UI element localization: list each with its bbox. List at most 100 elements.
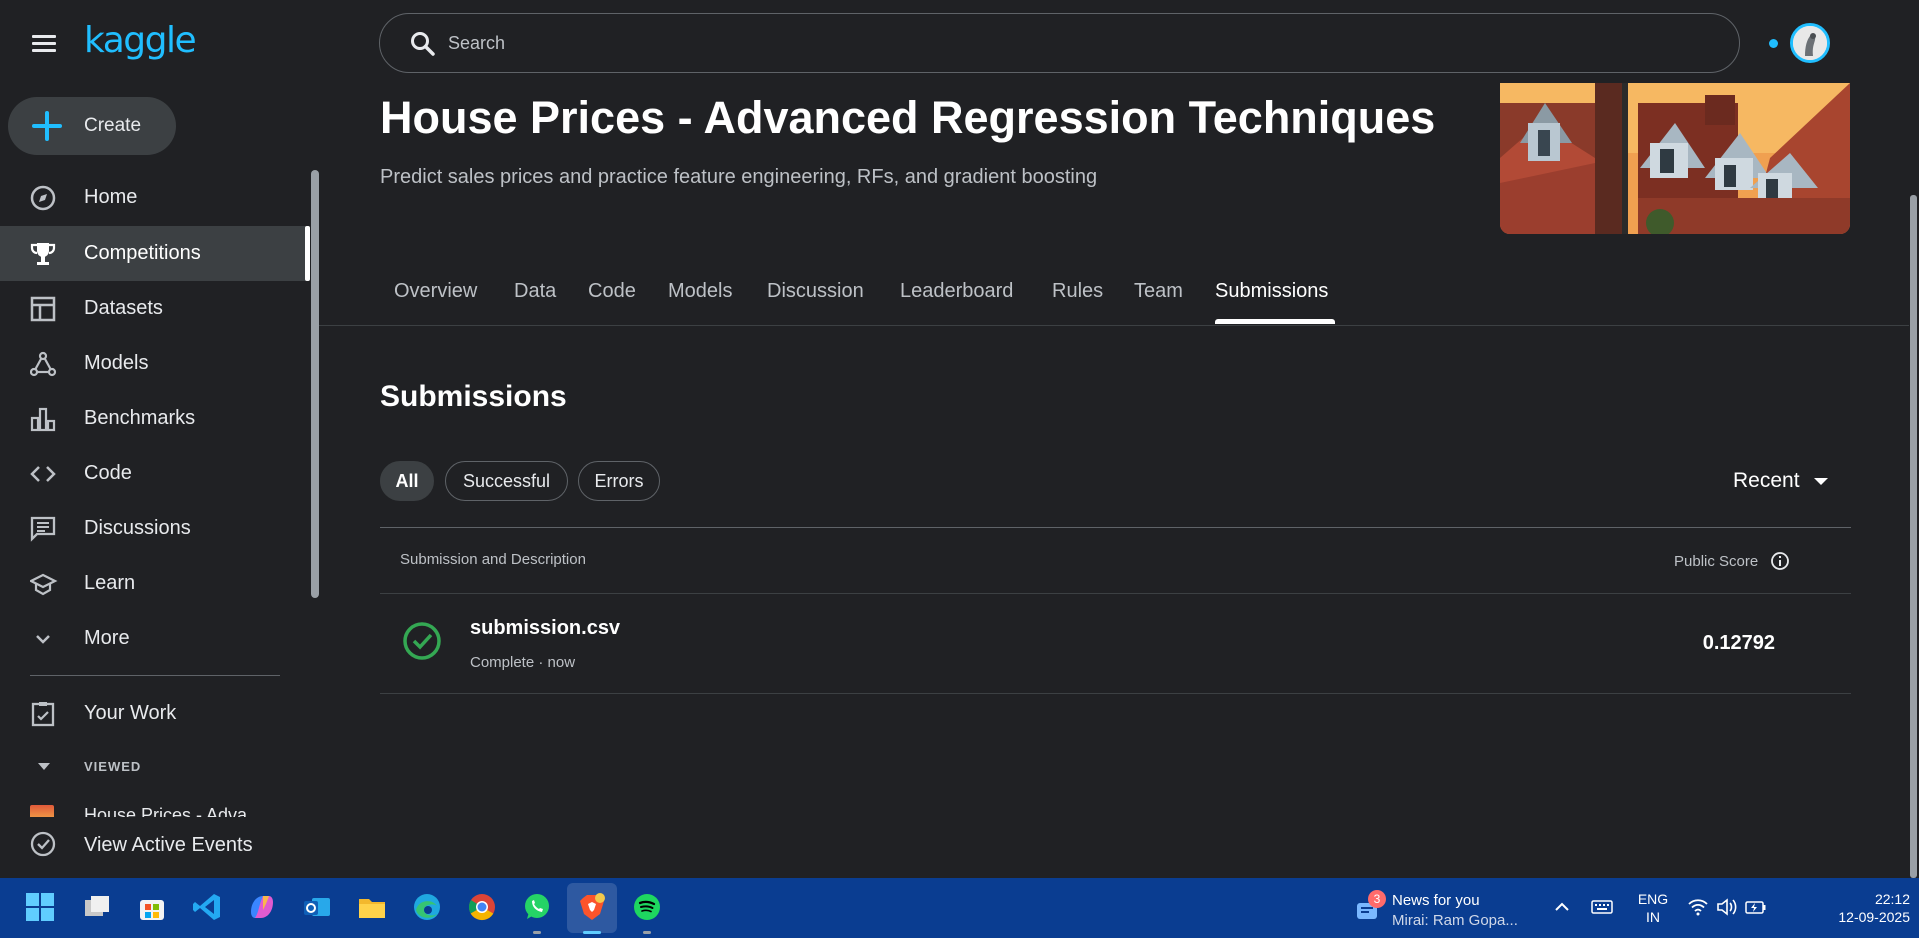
sidebar-item-models[interactable]: Models <box>0 336 306 391</box>
tab-code[interactable]: Code <box>588 280 636 303</box>
page-scrollbar[interactable] <box>1910 195 1917 878</box>
clock-date: 12-09-2025 <box>1838 909 1910 925</box>
view-active-events-button[interactable]: View Active Events <box>0 817 306 873</box>
sidebar-item-benchmarks[interactable]: Benchmarks <box>0 391 306 446</box>
filter-errors[interactable]: Errors <box>578 461 660 501</box>
sidebar-item-label: Datasets <box>84 297 163 319</box>
tab-leaderboard[interactable]: Leaderboard <box>900 280 1013 303</box>
news-widget[interactable]: 3 News for you Mirai: Ram Gopa... <box>1352 883 1532 933</box>
tab-rules[interactable]: Rules <box>1052 280 1103 303</box>
sidebar: kaggle Create Home Competitions Datasets… <box>0 0 319 878</box>
sidebar-item-code[interactable]: Code <box>0 446 306 501</box>
keyboard-icon[interactable] <box>1591 896 1613 918</box>
submission-name[interactable]: submission.csv <box>470 617 620 640</box>
table-icon <box>30 296 56 322</box>
viewed-section-toggle[interactable]: VIEWED <box>30 756 140 776</box>
submissions-heading: Submissions <box>380 380 567 413</box>
search-icon <box>411 32 435 56</box>
region-code: IN <box>1646 909 1660 925</box>
avatar[interactable] <box>1790 23 1830 63</box>
wifi-icon[interactable] <box>1687 896 1709 918</box>
chevron-up-icon[interactable] <box>1551 896 1573 918</box>
news-title: News for you <box>1392 892 1480 909</box>
filter-all[interactable]: All <box>380 461 434 501</box>
clock-time: 22:12 <box>1874 891 1910 907</box>
active-events-label: View Active Events <box>84 834 253 856</box>
bar-chart-icon <box>30 407 56 432</box>
sidebar-scrollbar[interactable] <box>311 170 319 598</box>
filter-successful[interactable]: Successful <box>445 461 568 501</box>
language-code: ENG <box>1637 891 1669 907</box>
sidebar-item-learn[interactable]: Learn <box>0 556 306 611</box>
sidebar-item-label: Your Work <box>84 702 177 724</box>
active-tab-indicator <box>1215 319 1335 324</box>
copilot-icon[interactable] <box>245 890 279 924</box>
sidebar-item-label: Discussions <box>84 517 191 539</box>
search-bar[interactable] <box>379 13 1740 73</box>
tab-overview[interactable]: Overview <box>394 280 477 303</box>
file-explorer-icon[interactable] <box>355 890 389 924</box>
clock[interactable]: 22:12 12-09-2025 <box>1780 890 1910 926</box>
viewed-heading: VIEWED <box>84 758 142 774</box>
table-row[interactable]: submission.csv Complete · now 0.12792 <box>380 594 1851 694</box>
check-circle-icon <box>30 831 56 857</box>
competition-header-image <box>1500 83 1850 234</box>
windows-start-icon[interactable] <box>23 890 57 924</box>
page-title: House Prices - Advanced Regression Techn… <box>380 92 1436 143</box>
sidebar-item-label: Competitions <box>84 242 201 264</box>
sidebar-divider <box>30 675 280 676</box>
tab-submissions[interactable]: Submissions <box>1215 280 1328 303</box>
sidebar-item-more[interactable]: More <box>0 611 306 666</box>
sidebar-item-discussions[interactable]: Discussions <box>0 501 306 556</box>
menu-icon[interactable] <box>30 30 58 58</box>
news-badge: 3 <box>1368 890 1386 908</box>
sort-dropdown[interactable]: Recent <box>1733 469 1828 493</box>
outlook-icon[interactable] <box>300 890 334 924</box>
language-indicator[interactable]: ENG IN <box>1634 890 1672 926</box>
create-button[interactable]: Create <box>8 97 176 155</box>
caret-down-icon <box>1813 477 1828 485</box>
sidebar-item-datasets[interactable]: Datasets <box>0 281 306 336</box>
sidebar-item-label: Learn <box>84 572 136 594</box>
submission-status: Complete · now <box>470 654 576 671</box>
tab-team[interactable]: Team <box>1134 280 1183 303</box>
battery-icon[interactable] <box>1745 896 1767 918</box>
tab-models[interactable]: Models <box>668 280 732 303</box>
chrome-icon[interactable] <box>465 890 499 924</box>
table-top-border <box>380 527 1851 528</box>
edge-icon[interactable] <box>410 890 444 924</box>
spotify-icon[interactable] <box>630 890 664 924</box>
sidebar-item-home[interactable]: Home <box>0 170 306 225</box>
sidebar-item-label: Code <box>84 462 132 484</box>
tab-data[interactable]: Data <box>514 280 556 303</box>
volume-icon[interactable] <box>1716 896 1738 918</box>
public-score: 0.12792 <box>1702 632 1775 654</box>
plus-icon <box>30 109 64 143</box>
vscode-icon[interactable] <box>190 890 224 924</box>
tab-discussion[interactable]: Discussion <box>767 280 864 303</box>
code-icon <box>30 466 56 482</box>
table-bottom-border <box>380 693 1851 694</box>
brave-icon[interactable] <box>575 890 609 924</box>
store-icon[interactable] <box>135 890 169 924</box>
notification-dot <box>1769 39 1778 48</box>
tabs-divider <box>319 325 1909 326</box>
success-check-icon <box>403 622 441 660</box>
models-icon <box>30 351 57 377</box>
sidebar-item-label: Home <box>84 186 138 208</box>
running-indicator <box>643 931 651 934</box>
search-input[interactable] <box>448 28 1648 58</box>
sidebar-item-your-work[interactable]: Your Work <box>0 686 306 741</box>
active-indicator <box>583 931 601 934</box>
comment-icon <box>30 516 56 542</box>
sidebar-item-competitions[interactable]: Competitions <box>0 226 306 281</box>
kaggle-logo[interactable]: kaggle <box>84 20 197 61</box>
whatsapp-icon[interactable] <box>520 890 554 924</box>
windows-taskbar: 3 News for you Mirai: Ram Gopa... ENG IN… <box>0 878 1919 938</box>
clipboard-check-icon <box>31 702 55 727</box>
info-icon[interactable] <box>1770 551 1790 571</box>
task-view-icon[interactable] <box>80 890 114 924</box>
active-indicator <box>305 226 310 281</box>
running-indicator <box>533 931 541 934</box>
house-roofs-image <box>1500 83 1850 234</box>
